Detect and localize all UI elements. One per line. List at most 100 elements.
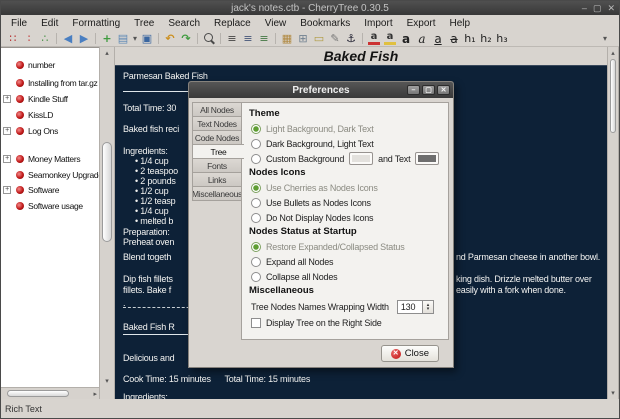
menu-replace[interactable]: Replace	[207, 18, 258, 29]
scroll-down-arrow-icon[interactable]: ▾	[100, 377, 114, 385]
insert-codebox-icon[interactable]: ▭	[311, 32, 327, 45]
menu-search[interactable]: Search	[161, 18, 207, 29]
bold-icon[interactable]: a	[398, 32, 414, 45]
tree-node-kindle-stuff[interactable]: + Kindle Stuff	[1, 92, 99, 106]
close-button[interactable]: ✕ Close	[380, 345, 439, 362]
spin-down-arrow-icon[interactable]: ▾	[427, 306, 430, 311]
open-file-icon[interactable]: ▤	[115, 32, 131, 45]
h3-icon[interactable]: h₃	[494, 32, 510, 45]
expander-plus-icon[interactable]: +	[3, 95, 11, 103]
go-back-icon[interactable]: ◀	[60, 32, 76, 45]
option-row-dark-background-light-text[interactable]: Dark Background, Light Text	[249, 136, 441, 151]
option-row-use-bullets-as-nodes-icons[interactable]: Use Bullets as Nodes Icons	[249, 195, 441, 210]
underline-icon[interactable]: a	[430, 32, 446, 45]
preferences-tab-code-nodes[interactable]: Code Nodes	[192, 130, 242, 145]
radio-button[interactable]	[251, 138, 261, 149]
menu-bookmarks[interactable]: Bookmarks	[293, 18, 357, 29]
window-maximize-button[interactable]: ▢	[593, 3, 602, 13]
tree-node-kissld[interactable]: KissLD	[1, 108, 99, 122]
window-titlebar[interactable]: jack's notes.ctb - CherryTree 0.30.5 – ▢…	[1, 1, 619, 15]
tree-node-number[interactable]: number	[1, 58, 99, 72]
editor-vertical-scrollbar[interactable]: ▴ ▾	[607, 47, 619, 399]
option-row-tree-nodes-names-wrapping-width[interactable]: Tree Nodes Names Wrapping Width 130 ▴ ▾	[249, 298, 441, 315]
menu-formatting[interactable]: Formatting	[65, 18, 127, 29]
background-color-icon[interactable]: a	[384, 31, 396, 45]
menu-import[interactable]: Import	[357, 18, 399, 29]
dialog-maximize-button[interactable]: ▢	[422, 85, 435, 95]
menu-view[interactable]: View	[258, 18, 294, 29]
undo-icon[interactable]: ↶	[162, 32, 178, 45]
menu-help[interactable]: Help	[443, 18, 478, 29]
menu-export[interactable]: Export	[400, 18, 443, 29]
insert-table-icon[interactable]: ⊞	[295, 32, 311, 45]
numbered-list-icon[interactable]: ≡	[240, 32, 256, 45]
radio-button[interactable]	[251, 197, 261, 208]
scrollbar-thumb[interactable]	[610, 59, 616, 133]
radio-button[interactable]	[251, 153, 261, 164]
window-minimize-button[interactable]: –	[582, 3, 587, 13]
tree-node-money-matters[interactable]: + Money Matters	[1, 152, 99, 166]
todo-list-icon[interactable]: ≡	[256, 32, 272, 45]
radio-button[interactable]	[251, 182, 261, 193]
custom-background-swatch[interactable]	[349, 152, 374, 165]
foreground-color-icon[interactable]: a	[368, 31, 380, 45]
tree-node-seamonkey-upgrade[interactable]: Seamonkey Upgrade	[1, 168, 99, 182]
dialog-minimize-button[interactable]: –	[407, 85, 420, 95]
open-recent-dropdown-icon[interactable]: ▾	[131, 32, 139, 45]
dialog-titlebar[interactable]: Preferences – ▢ ✕	[189, 82, 453, 98]
spinner-value[interactable]: 130	[396, 299, 423, 314]
radio-button[interactable]	[251, 123, 261, 134]
insert-link-icon[interactable]: ✎	[327, 32, 343, 45]
go-forward-icon[interactable]: ▶	[76, 32, 92, 45]
search-icon[interactable]	[201, 32, 217, 45]
scrollbar-thumb[interactable]	[7, 390, 69, 397]
option-row-custom-background[interactable]: Custom Background and Text	[249, 151, 441, 166]
new-instance-icon[interactable]: +	[99, 32, 115, 45]
window-close-button[interactable]: ✕	[607, 3, 615, 13]
option-row-use-cherries-as-nodes-icons[interactable]: Use Cherries as Nodes Icons	[249, 180, 441, 195]
tree-node-software[interactable]: + Software	[1, 183, 99, 197]
menu-tree[interactable]: Tree	[127, 18, 161, 29]
insert-image-icon[interactable]: ▦	[279, 32, 295, 45]
expander-plus-icon[interactable]: +	[3, 127, 11, 135]
expander-plus-icon[interactable]: +	[3, 186, 11, 194]
add-subnode-icon[interactable]: ∴	[37, 32, 53, 45]
save-icon[interactable]: ▣	[139, 32, 155, 45]
expander-plus-icon[interactable]: +	[3, 155, 11, 163]
menu-edit[interactable]: Edit	[34, 18, 65, 29]
node-tree[interactable]: number Installing from tar.gz + Kindle Stuf…	[1, 48, 99, 387]
insert-anchor-icon[interactable]: ⚓	[343, 32, 359, 45]
h2-icon[interactable]: h₂	[478, 32, 494, 45]
preferences-tab-miscellaneous[interactable]: Miscellaneous	[192, 186, 242, 201]
scrollbar-thumb[interactable]	[102, 142, 112, 242]
sidebar-horizontal-scrollbar[interactable]: ▸	[1, 387, 99, 399]
tree-node-log-ons[interactable]: + Log Ons	[1, 124, 99, 138]
radio-button[interactable]	[251, 241, 261, 252]
checkbox[interactable]	[251, 317, 261, 328]
tree-node-installing-from-tar-gz[interactable]: Installing from tar.gz	[1, 76, 99, 90]
preferences-tab-tree[interactable]: Tree	[192, 144, 244, 159]
menu-file[interactable]: File	[4, 18, 34, 29]
option-row-do-not-display-nodes-icons[interactable]: Do Not Display Nodes Icons	[249, 210, 441, 225]
preferences-tab-text-nodes[interactable]: Text Nodes	[192, 116, 242, 131]
strikethrough-icon[interactable]: a	[446, 32, 462, 45]
scroll-up-arrow-icon[interactable]: ▴	[100, 49, 114, 57]
radio-button[interactable]	[251, 271, 261, 282]
scroll-down-arrow-icon[interactable]: ▾	[608, 389, 618, 397]
option-row-display-tree-on-the-right-side[interactable]: Display Tree on the Right Side	[249, 315, 441, 330]
tree-node-software-usage[interactable]: Software usage	[1, 199, 99, 213]
sidebar-vertical-scrollbar[interactable]: ▴ ▾	[99, 47, 115, 399]
add-node-icon[interactable]: ∶	[21, 32, 37, 45]
option-row-restore-expanded-collapsed-status[interactable]: Restore Expanded/Collapsed Status	[249, 239, 441, 254]
redo-icon[interactable]: ↷	[178, 32, 194, 45]
toolbar-overflow-icon[interactable]: ▾	[597, 32, 613, 45]
h1-icon[interactable]: h₁	[462, 32, 478, 45]
radio-button[interactable]	[251, 256, 261, 267]
italic-icon[interactable]: a	[414, 32, 430, 45]
spinner-arrows[interactable]: ▴ ▾	[422, 299, 434, 314]
wrapping-width-spinner[interactable]: 130 ▴ ▾	[396, 299, 434, 314]
scroll-up-arrow-icon[interactable]: ▴	[608, 49, 618, 57]
preferences-tab-fonts[interactable]: Fonts	[192, 158, 242, 173]
dialog-close-button[interactable]: ✕	[437, 85, 450, 95]
option-row-light-background-dark-text[interactable]: Light Background, Dark Text	[249, 121, 441, 136]
